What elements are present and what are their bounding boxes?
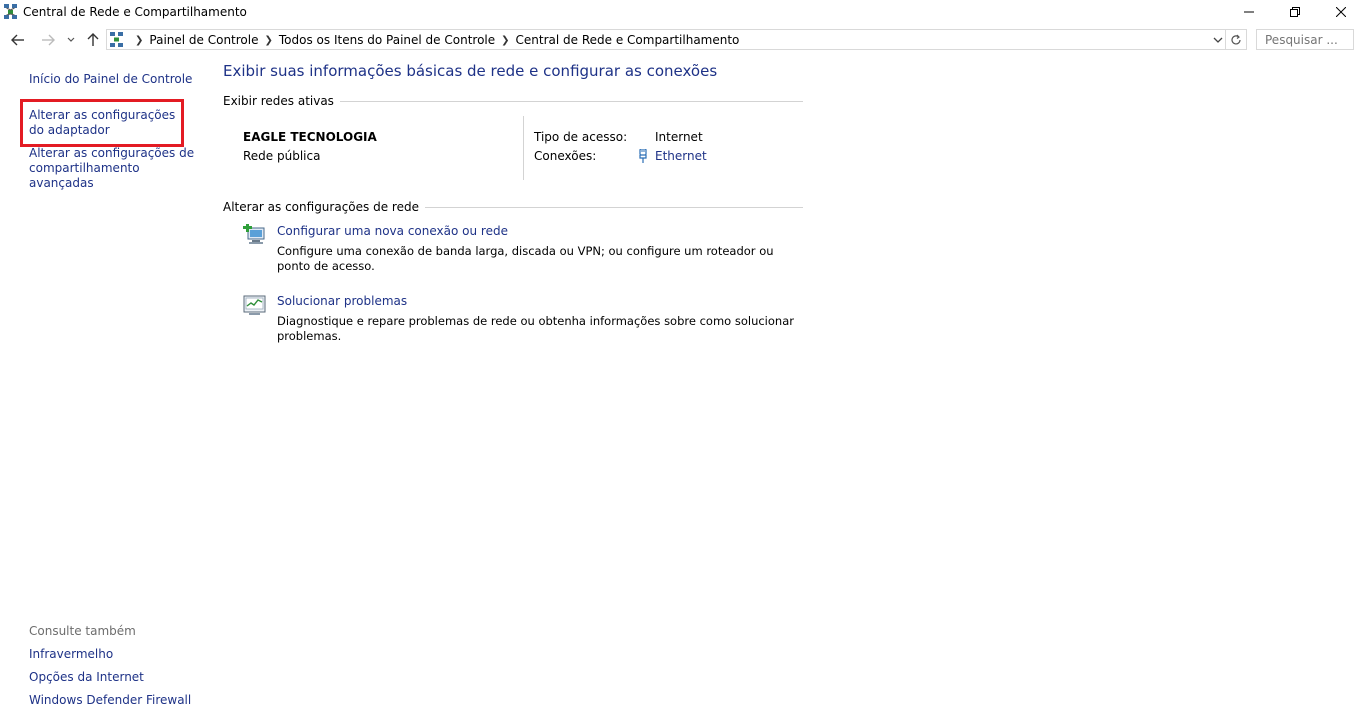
close-icon xyxy=(1336,7,1346,17)
access-type-label: Tipo de acesso: xyxy=(534,130,628,144)
search-input[interactable] xyxy=(1256,29,1354,50)
vertical-divider xyxy=(523,116,524,180)
section-divider xyxy=(339,100,803,102)
setup-new-connection-description: Configure uma conexão de banda larga, di… xyxy=(277,244,774,273)
section-divider xyxy=(424,206,803,208)
network-icon xyxy=(4,4,18,20)
address-dropdown-icon[interactable] xyxy=(1212,34,1226,48)
navigation-bar: ❯ Painel de Controle ❯ Todos os Itens do… xyxy=(0,26,1366,54)
chevron-down-icon xyxy=(67,37,75,42)
control-panel-home-link[interactable]: Início do Painel de Controle xyxy=(29,72,192,87)
up-button[interactable] xyxy=(84,31,102,49)
network-type: Rede pública xyxy=(243,149,321,163)
forward-arrow-icon xyxy=(42,34,55,46)
page-title: Exibir suas informações básicas de rede … xyxy=(223,62,718,80)
access-type-value: Internet xyxy=(655,130,703,144)
see-also-title: Consulte também xyxy=(29,624,136,638)
breadcrumb-central-de-rede[interactable]: Central de Rede e Compartilhamento xyxy=(516,33,740,47)
see-also-infrared-link[interactable]: Infravermelho xyxy=(29,647,113,662)
minimize-icon xyxy=(1244,11,1254,13)
change-adapter-settings-link[interactable]: Alterar as configurações do adaptador xyxy=(29,108,189,138)
breadcrumb-todos-os-itens[interactable]: Todos os Itens do Painel de Controle xyxy=(279,33,495,47)
advanced-sharing-settings-link[interactable]: Alterar as configurações de compartilham… xyxy=(29,146,199,191)
connections-label: Conexões: xyxy=(534,149,597,163)
breadcrumb: ❯ Painel de Controle ❯ Todos os Itens do… xyxy=(129,33,739,47)
setup-new-connection-link[interactable]: Configurar uma nova conexão ou rede xyxy=(277,224,508,238)
close-button[interactable] xyxy=(1318,0,1364,24)
ethernet-plug-icon[interactable] xyxy=(638,148,648,163)
up-arrow-icon xyxy=(87,33,99,46)
change-network-settings-title: Alterar as configurações de rede xyxy=(223,200,419,214)
refresh-icon xyxy=(1231,34,1241,44)
ethernet-connection-link[interactable]: Ethernet xyxy=(655,149,707,163)
see-also-internet-options-link[interactable]: Opções da Internet xyxy=(29,670,144,685)
troubleshoot-description: Diagnostique e repare problemas de rede … xyxy=(277,314,794,343)
back-button[interactable] xyxy=(9,31,27,49)
see-also-firewall-link[interactable]: Windows Defender Firewall xyxy=(29,693,191,708)
active-networks-title: Exibir redes ativas xyxy=(223,94,334,108)
breadcrumb-separator-icon[interactable]: ❯ xyxy=(135,35,143,46)
change-network-settings-section: Alterar as configurações de rede xyxy=(223,200,803,214)
new-connection-icon[interactable] xyxy=(243,224,267,246)
restore-icon xyxy=(1290,7,1300,17)
breadcrumb-painel-de-controle[interactable]: Painel de Controle xyxy=(149,33,258,47)
troubleshoot-icon[interactable] xyxy=(243,295,267,317)
network-location-icon xyxy=(110,32,124,47)
troubleshoot-link[interactable]: Solucionar problemas xyxy=(277,294,407,308)
forward-button[interactable] xyxy=(39,31,57,49)
restore-button[interactable] xyxy=(1272,0,1318,24)
breadcrumb-separator-icon[interactable]: ❯ xyxy=(265,35,273,46)
left-pane: Início do Painel de Controle Alterar as … xyxy=(0,54,200,726)
address-bar[interactable]: ❯ Painel de Controle ❯ Todos os Itens do… xyxy=(106,29,1226,50)
window-title: Central de Rede e Compartilhamento xyxy=(23,5,247,19)
title-bar: Central de Rede e Compartilhamento xyxy=(0,0,1366,26)
refresh-button[interactable] xyxy=(1226,29,1247,50)
active-networks-section: Exibir redes ativas xyxy=(223,94,803,108)
back-arrow-icon xyxy=(11,34,24,46)
network-name: EAGLE TECNOLOGIA xyxy=(243,130,377,144)
minimize-button[interactable] xyxy=(1226,0,1272,24)
breadcrumb-separator-icon[interactable]: ❯ xyxy=(501,35,509,46)
recent-locations-button[interactable] xyxy=(64,31,78,49)
